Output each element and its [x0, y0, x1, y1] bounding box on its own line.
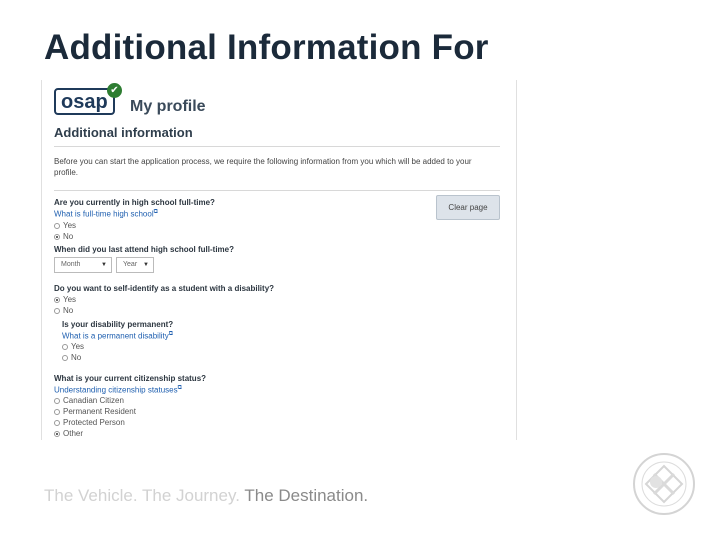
option-label: Yes [63, 221, 77, 230]
option-label: Yes [71, 342, 85, 351]
month-select[interactable]: Month ▼ [54, 257, 112, 273]
osap-logo-text: osap [54, 88, 115, 115]
question-disability: Do you want to self-identify as a studen… [54, 284, 275, 293]
radio-button-selected[interactable] [54, 296, 60, 303]
radio-button[interactable] [54, 419, 60, 426]
link-citizenship-statuses[interactable]: Understanding citizenship statuses⧉ [54, 385, 182, 395]
option-label: Canadian Citizen [63, 396, 124, 405]
tagline-part2: The Destination. [244, 486, 369, 505]
radio-option[interactable]: Yes [54, 221, 76, 230]
question-last-attend: When did you last attend high school ful… [54, 245, 234, 254]
divider [54, 190, 500, 191]
osap-logo: osap ✔ [54, 83, 122, 115]
option-label: No [63, 306, 74, 315]
month-select-value: Month [61, 261, 81, 268]
question-disability-permanent: Is your disability permanent? [62, 320, 174, 329]
question-citizenship: What is your current citizenship status? [54, 374, 207, 383]
tagline: The Vehicle. The Journey. The Destinatio… [44, 486, 368, 506]
link-label[interactable]: Understanding citizenship statuses [54, 386, 178, 395]
year-select-value: Year [123, 261, 138, 268]
radio-option[interactable]: Permanent Resident [54, 407, 136, 416]
intro-text: Before you can start the application pro… [54, 157, 472, 177]
link-label[interactable]: What is full-time high school [54, 210, 154, 219]
option-label: No [71, 353, 82, 362]
chevron-down-icon: ▼ [101, 262, 107, 268]
radio-button[interactable] [54, 408, 60, 415]
option-label: No [63, 232, 74, 241]
radio-option[interactable]: Canadian Citizen [54, 396, 124, 405]
link-permanent-disability[interactable]: What is a permanent disability⧉ [62, 331, 173, 341]
slide-title: Additional Information For [44, 28, 489, 67]
radio-option[interactable]: Protected Person [54, 418, 125, 427]
radio-button[interactable] [62, 343, 68, 350]
clear-page-button[interactable]: Clear page [436, 195, 500, 220]
divider [54, 146, 500, 147]
link-label[interactable]: What is a permanent disability [62, 332, 169, 341]
link-full-time-high-school[interactable]: What is full-time high school⧉ [54, 209, 158, 219]
option-label: Yes [63, 295, 77, 304]
radio-button-selected[interactable] [54, 233, 60, 240]
radio-button-selected[interactable] [54, 430, 60, 437]
option-label: Protected Person [63, 418, 125, 427]
radio-option[interactable]: Other [54, 429, 83, 438]
college-seal-icon [633, 453, 695, 515]
tagline-part1: The Vehicle. The Journey. [44, 486, 240, 505]
radio-button[interactable] [54, 222, 60, 229]
osap-screenshot: osap ✔ My profile Additional information… [41, 80, 517, 440]
option-label: Other [63, 429, 84, 438]
year-select[interactable]: Year ▼ [116, 257, 154, 273]
radio-button[interactable] [62, 354, 68, 361]
radio-option[interactable]: No [54, 306, 73, 315]
option-label: Permanent Resident [63, 407, 136, 416]
question-high-school: Are you currently in high school full-ti… [54, 198, 215, 207]
section-title: Additional information [54, 125, 193, 140]
chevron-down-icon: ▼ [143, 262, 149, 268]
external-link-icon: ⧉ [153, 209, 158, 215]
external-link-icon: ⧉ [168, 331, 174, 337]
profile-title: My profile [130, 98, 206, 115]
radio-option[interactable]: Yes [62, 342, 84, 351]
radio-button[interactable] [54, 307, 60, 314]
check-icon: ✔ [107, 83, 122, 98]
external-link-icon: ⧉ [177, 385, 182, 391]
radio-option[interactable]: No [54, 232, 73, 241]
radio-option[interactable]: No [62, 353, 81, 362]
radio-option[interactable]: Yes [54, 295, 76, 304]
radio-button[interactable] [54, 397, 60, 404]
